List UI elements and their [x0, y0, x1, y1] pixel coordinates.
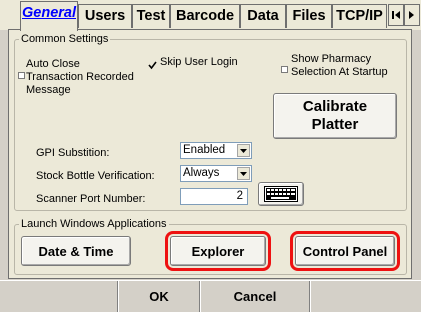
tab-test-label: Test	[136, 8, 166, 24]
stock-bottle-value: Always	[183, 167, 220, 179]
common-settings-group-label: Common Settings	[19, 32, 111, 46]
show-pharmacy-label: Show Pharmacy Selection At Startup	[291, 53, 388, 78]
chevron-down-icon	[240, 171, 247, 176]
keyboard-button[interactable]	[258, 182, 304, 206]
control-panel-button[interactable]: Control Panel	[290, 231, 400, 271]
skip-user-login-label: Skip User Login	[160, 56, 238, 68]
tab-files[interactable]: Files	[286, 4, 332, 28]
empty-button-slot	[310, 281, 421, 312]
checkmark-icon	[148, 61, 157, 70]
date-time-button[interactable]: Date & Time	[21, 236, 131, 266]
right-arrow-icon	[409, 11, 414, 19]
tab-test[interactable]: Test	[132, 4, 170, 28]
dropdown-arrow-button[interactable]	[237, 167, 250, 180]
stock-bottle-label: Stock Bottle Verification:	[36, 170, 155, 182]
cancel-button[interactable]: Cancel	[200, 281, 310, 312]
chevron-down-icon	[240, 148, 247, 153]
tab-files-label: Files	[292, 8, 326, 24]
dialog-button-bar: OK Cancel	[0, 280, 421, 312]
tab-scroll-left-button[interactable]	[388, 4, 404, 26]
tab-barcode-label: Barcode	[175, 8, 235, 24]
dropdown-arrow-button[interactable]	[237, 144, 250, 157]
gpi-substitution-value: Enabled	[183, 144, 226, 156]
ok-button[interactable]: OK	[118, 281, 200, 312]
tab-users[interactable]: Users	[78, 4, 132, 28]
explorer-button[interactable]: Explorer	[165, 231, 271, 271]
tab-data-label: Data	[247, 8, 279, 24]
stock-bottle-select[interactable]: Always	[180, 165, 252, 182]
tab-general-label: General	[22, 5, 76, 21]
calibrate-platter-button[interactable]: Calibrate Platter	[273, 93, 397, 139]
skip-user-login-checkbox[interactable]	[148, 57, 157, 70]
tab-users-label: Users	[84, 8, 126, 24]
auto-close-checkbox[interactable]	[18, 72, 25, 79]
tab-general[interactable]: General	[20, 1, 78, 31]
common-settings-group: Common Settings Auto Close Transaction R…	[14, 32, 407, 211]
keyboard-icon	[264, 186, 298, 202]
first-arrow-icon	[392, 11, 400, 19]
launch-applications-group-label: Launch Windows Applications	[19, 217, 169, 231]
tab-scroll-right-button[interactable]	[404, 4, 420, 26]
tab-barcode[interactable]: Barcode	[170, 4, 240, 28]
scanner-port-label: Scanner Port Number:	[36, 193, 146, 205]
tab-data[interactable]: Data	[240, 4, 286, 28]
gpi-substitution-label: GPI Substition:	[36, 147, 110, 159]
scanner-port-input[interactable]: 2	[180, 188, 248, 205]
launch-applications-group: Launch Windows Applications Date & Time …	[14, 217, 407, 275]
gpi-substitution-select[interactable]: Enabled	[180, 142, 252, 159]
general-tab-panel: Common Settings Auto Close Transaction R…	[8, 29, 412, 279]
show-pharmacy-checkbox[interactable]	[281, 66, 288, 73]
tab-tcpip-label: TCP/IP	[336, 8, 383, 24]
empty-button-slot	[0, 281, 118, 312]
auto-close-label: Auto Close Transaction Recorded Message	[26, 58, 134, 96]
tab-bar: General Users Test Barcode Data Files TC…	[0, 0, 421, 31]
tab-tcpip[interactable]: TCP/IP	[332, 4, 387, 28]
